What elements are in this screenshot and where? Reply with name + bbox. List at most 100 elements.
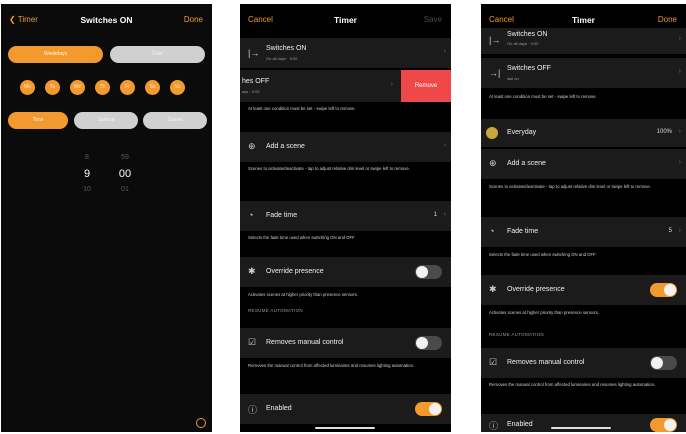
scene-dim-value: 100% <box>656 129 672 135</box>
tab-time[interactable]: Time <box>8 112 68 129</box>
remove-manual-label: Removes manual control <box>266 339 344 346</box>
add-scene-label: Add a scene <box>507 160 546 167</box>
day-saturday[interactable]: Sa <box>145 80 160 95</box>
timer-icon: ◔ <box>489 226 495 236</box>
enabled-row: ⓘ Enabled <box>481 414 686 432</box>
day-monday[interactable]: Mo <box>20 80 35 95</box>
add-scene-row[interactable]: ⊕ Add a scene › <box>481 149 686 179</box>
plus-circle-icon: ⊕ <box>248 141 256 151</box>
chevron-right-icon: › <box>678 227 681 234</box>
fade-time-row[interactable]: ◔ Fade time 1 › <box>240 201 451 231</box>
override-presence-toggle[interactable] <box>415 265 442 279</box>
scene-name: Everyday <box>507 129 537 136</box>
switch-on-icon: |→ <box>248 48 260 58</box>
switch-off-icon: →| <box>489 68 501 78</box>
page-title: Timer <box>334 15 357 25</box>
switches-on-row[interactable]: |→ Switches ON On all days · 9:00 › <box>240 38 451 68</box>
picker-minute-selected[interactable]: 00 <box>110 168 140 180</box>
picker-minute-next: 01 <box>121 186 129 193</box>
fade-time-row[interactable]: ◔ Fade time 5 › <box>481 217 686 247</box>
home-indicator <box>551 427 611 429</box>
switches-off-row-swiped[interactable]: hes OFF ays · 0:00 › Remove <box>240 70 451 102</box>
timer-switches-on-screen: ❮ Timer Switches ON Done Weekdays Date M… <box>1 4 212 432</box>
chevron-right-icon: › <box>390 81 393 88</box>
remove-manual-label: Removes manual control <box>507 359 585 366</box>
day-thursday[interactable]: Th <box>95 80 110 95</box>
picker-minute-prev: 59 <box>121 154 129 161</box>
toggle-knob <box>416 337 428 349</box>
resume-automation-header: RESUME AUTOMATION <box>489 332 544 337</box>
home-indicator <box>315 427 375 429</box>
toggle-knob <box>664 419 676 431</box>
tab-weekdays[interactable]: Weekdays <box>8 46 103 63</box>
condition-note: At least one condition must be set - swi… <box>248 106 356 111</box>
override-presence-label: Override presence <box>507 286 565 293</box>
scene-sun-icon <box>486 127 498 139</box>
picker-hour-next: 10 <box>83 186 91 193</box>
day-sunday[interactable]: Su <box>170 80 185 95</box>
switches-off-title: Switches OFF <box>507 65 551 72</box>
toggle-knob <box>664 284 676 296</box>
remove-button[interactable]: Remove <box>401 70 451 102</box>
add-scene-label: Add a scene <box>266 143 305 150</box>
add-scene-desc: Scenes to activate/deactivate - tap to a… <box>489 184 651 189</box>
toggle-knob <box>651 357 663 369</box>
nav-bar: Cancel Timer Save <box>240 4 451 28</box>
override-presence-desc: Activates scenes at higher priority than… <box>248 292 359 297</box>
checkbox-icon: ☑ <box>489 357 498 367</box>
switches-on-title: Switches ON <box>266 45 307 52</box>
chevron-right-icon: › <box>678 68 681 75</box>
fade-time-value: 1 <box>433 212 437 218</box>
chevron-right-icon: › <box>678 159 681 166</box>
override-presence-row: ✱ Override presence <box>481 275 686 305</box>
day-tuesday[interactable]: Tu <box>45 80 60 95</box>
picker-hour-prev: 8 <box>85 154 89 161</box>
fade-time-value: 5 <box>668 228 672 234</box>
info-circle-icon: ⓘ <box>248 405 258 415</box>
scene-row-everyday[interactable]: Everyday 100% › <box>481 119 686 147</box>
chevron-right-icon: › <box>443 48 446 55</box>
switches-on-subtitle: On all days · 9:00 <box>507 41 539 46</box>
switches-off-subtitle: ays · 0:00 <box>242 89 260 94</box>
switches-off-row[interactable]: →| Switches OFF last on › <box>481 58 686 88</box>
condition-note: At least one condition must be set - swi… <box>489 94 597 99</box>
fade-time-desc: Selects the fade time used when switchin… <box>248 235 355 240</box>
remove-manual-toggle[interactable] <box>415 336 442 350</box>
override-presence-label: Override presence <box>266 268 324 275</box>
tab-sunset[interactable]: Sunset <box>143 112 207 129</box>
save-button[interactable]: Save <box>424 15 442 24</box>
tab-date[interactable]: Date <box>110 46 205 63</box>
switches-on-row[interactable]: |→ Switches ON On all days · 9:00 › <box>481 28 686 54</box>
day-friday[interactable]: Fr <box>120 80 135 95</box>
page-title: Switches ON <box>80 15 133 25</box>
remove-manual-desc: Removes the manual control from affected… <box>489 382 656 387</box>
nav-bar: Cancel Timer Done <box>481 4 686 28</box>
remove-manual-toggle[interactable] <box>650 356 677 370</box>
enabled-label: Enabled <box>266 405 292 412</box>
help-icon[interactable] <box>196 418 206 428</box>
fade-time-desc: Selects the fade time used when switchin… <box>489 252 596 257</box>
enabled-label: Enabled <box>507 421 533 428</box>
timer-icon: ◔ <box>248 210 254 220</box>
done-button[interactable]: Done <box>184 15 203 24</box>
override-presence-row: ✱ Override presence <box>240 257 451 287</box>
day-wednesday[interactable]: We <box>70 80 85 95</box>
switches-off-title: hes OFF <box>242 78 270 85</box>
override-presence-toggle[interactable] <box>650 283 677 297</box>
tab-sunrise[interactable]: Sunrise <box>74 112 138 129</box>
chevron-right-icon: › <box>443 142 446 149</box>
add-scene-row[interactable]: ⊕ Add a scene › <box>240 132 451 162</box>
toggle-knob <box>429 403 441 415</box>
remove-manual-control-row: ☑ Removes manual control <box>240 328 451 358</box>
enabled-toggle[interactable] <box>415 402 442 416</box>
fade-time-label: Fade time <box>507 228 539 235</box>
info-circle-icon: ⓘ <box>489 421 499 431</box>
done-button[interactable]: Done <box>658 15 677 24</box>
enabled-toggle[interactable] <box>650 418 677 432</box>
chevron-right-icon: › <box>678 128 681 135</box>
picker-hour-selected[interactable]: 9 <box>72 168 102 180</box>
toggle-knob <box>416 266 428 278</box>
resume-automation-header: RESUME AUTOMATION <box>248 308 303 313</box>
remove-manual-control-row: ☑ Removes manual control <box>481 348 686 378</box>
switches-on-title: Switches ON <box>507 31 548 38</box>
